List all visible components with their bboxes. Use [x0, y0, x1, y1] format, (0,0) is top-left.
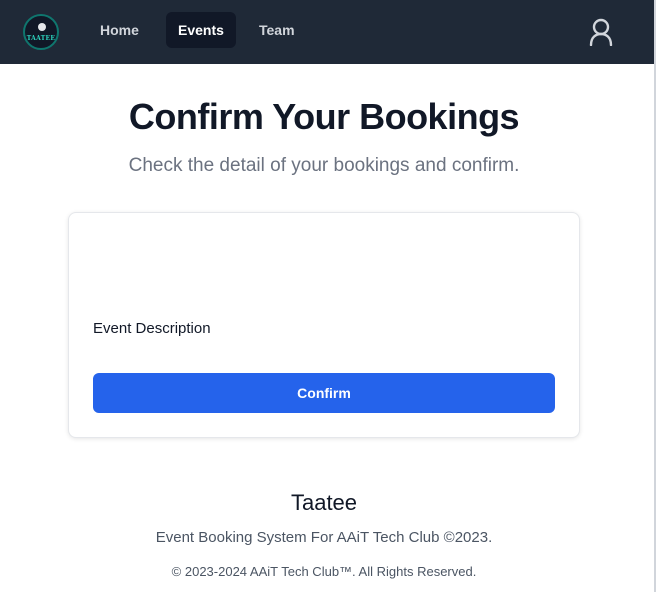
page-subtitle: Check the detail of your bookings and co…: [128, 155, 520, 176]
event-description: Event Description: [93, 320, 211, 337]
footer-tagline: Event Booking System For AAiT Tech Club …: [155, 529, 493, 546]
page-title: Confirm Your Bookings: [128, 96, 520, 137]
logo-text: TAATEE: [26, 35, 56, 42]
logo[interactable]: TAATEE: [23, 14, 59, 50]
booking-card: Event Description Confirm: [68, 212, 580, 438]
nav-link-home[interactable]: Home: [88, 12, 151, 48]
navbar: TAATEE Home Events Team: [0, 0, 654, 64]
confirm-button[interactable]: Confirm: [93, 373, 555, 413]
nav-link-events[interactable]: Events: [166, 12, 236, 48]
footer-brand: Taatee: [290, 490, 358, 515]
nav-link-team[interactable]: Team: [247, 12, 307, 48]
logo-emblem-icon: [38, 23, 46, 31]
user-icon[interactable]: [588, 18, 614, 46]
footer-copyright: © 2023-2024 AAiT Tech Club™. All Rights …: [171, 564, 477, 579]
